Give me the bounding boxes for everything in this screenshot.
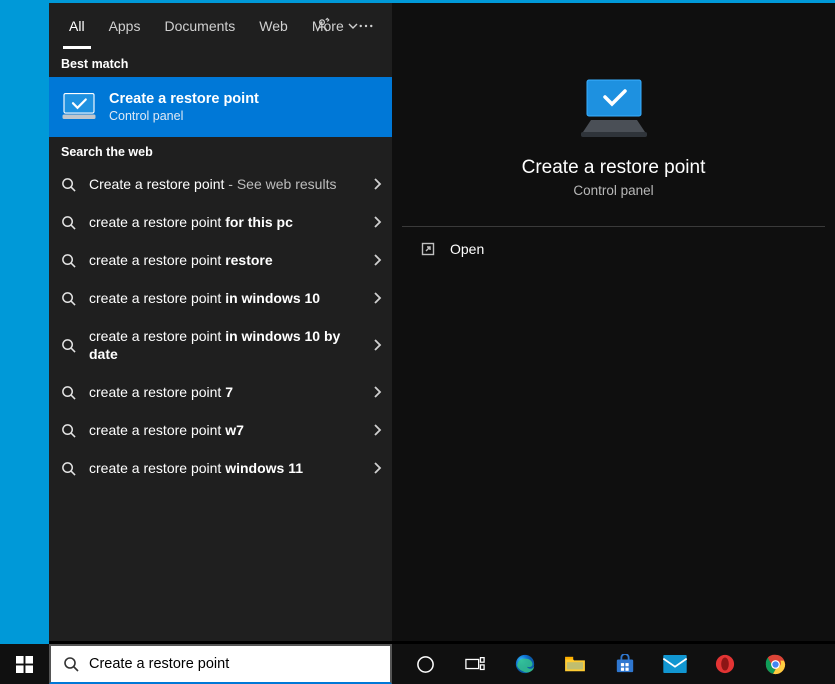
search-icon — [61, 385, 77, 400]
section-search-web: Search the web — [49, 137, 392, 165]
web-result[interactable]: create a restore point in windows 10 — [49, 279, 392, 317]
tab-apps[interactable]: Apps — [97, 3, 153, 49]
feedback-icon[interactable] — [302, 6, 342, 46]
taskbar-mail-icon[interactable] — [650, 644, 700, 684]
chevron-right-icon[interactable] — [372, 292, 382, 304]
taskbar-file-explorer-icon[interactable] — [550, 644, 600, 684]
tab-all-label: All — [69, 18, 85, 34]
preview-subtitle: Control panel — [573, 183, 653, 198]
chevron-right-icon[interactable] — [372, 386, 382, 398]
search-icon — [61, 291, 77, 306]
section-best-match: Best match — [49, 49, 392, 77]
web-result[interactable]: create a restore point for this pc — [49, 203, 392, 241]
search-icon — [61, 177, 77, 192]
taskbar — [0, 644, 835, 684]
web-result-text: Create a restore point - See web results — [89, 175, 360, 193]
web-result-text: create a restore point in windows 10 — [89, 289, 360, 307]
open-label: Open — [450, 241, 484, 257]
web-result[interactable]: create a restore point 7 — [49, 373, 392, 411]
preview-card: Create a restore point Control panel Ope… — [402, 13, 825, 271]
search-icon — [61, 215, 77, 230]
chevron-right-icon[interactable] — [372, 216, 382, 228]
taskbar-search-input[interactable] — [89, 656, 378, 672]
tab-all[interactable]: All — [57, 3, 97, 49]
search-icon — [61, 423, 77, 438]
open-icon — [420, 241, 436, 257]
open-action[interactable]: Open — [402, 227, 825, 271]
chevron-right-icon[interactable] — [372, 254, 382, 266]
best-match-subtitle: Control panel — [109, 109, 259, 123]
chevron-right-icon[interactable] — [372, 424, 382, 436]
taskbar-store-icon[interactable] — [600, 644, 650, 684]
monitor-check-icon — [61, 89, 97, 125]
search-icon — [61, 461, 77, 476]
taskbar-chrome-icon[interactable] — [750, 644, 800, 684]
monitor-check-icon — [574, 73, 654, 143]
web-result-text: create a restore point 7 — [89, 383, 360, 401]
tab-apps-label: Apps — [109, 18, 141, 34]
web-result[interactable]: create a restore point restore — [49, 241, 392, 279]
best-match-result[interactable]: Create a restore point Control panel — [49, 77, 392, 137]
start-button[interactable] — [0, 644, 49, 684]
search-icon — [63, 656, 79, 672]
web-result-text: create a restore point for this pc — [89, 213, 360, 231]
taskbar-task-view-icon[interactable] — [450, 644, 500, 684]
web-result[interactable]: create a restore point w7 — [49, 411, 392, 449]
accent-left-bar — [0, 0, 49, 644]
taskbar-search-box[interactable] — [49, 644, 392, 684]
best-match-text: Create a restore point Control panel — [109, 91, 259, 123]
taskbar-cortana-icon[interactable] — [400, 644, 450, 684]
taskbar-opera-icon[interactable] — [700, 644, 750, 684]
search-icon — [61, 253, 77, 268]
web-result[interactable]: create a restore point in windows 10 by … — [49, 317, 392, 373]
chevron-right-icon[interactable] — [372, 339, 382, 351]
taskbar-edge-icon[interactable] — [500, 644, 550, 684]
tab-web-label: Web — [259, 18, 288, 34]
chevron-right-icon[interactable] — [372, 462, 382, 474]
web-result[interactable]: create a restore point windows 11 — [49, 449, 392, 487]
search-tabs: All Apps Documents Web More — [49, 3, 392, 49]
search-panel: All Apps Documents Web More — [49, 3, 835, 641]
search-icon — [61, 338, 77, 353]
tab-documents[interactable]: Documents — [152, 3, 247, 49]
chevron-right-icon[interactable] — [372, 178, 382, 190]
web-result-text: create a restore point windows 11 — [89, 459, 360, 477]
web-result-text: create a restore point restore — [89, 251, 360, 269]
tab-documents-label: Documents — [164, 18, 235, 34]
taskbar-icons — [392, 644, 835, 684]
web-result-text: create a restore point w7 — [89, 421, 360, 439]
preview-title: Create a restore point — [522, 157, 706, 179]
best-match-title: Create a restore point — [109, 91, 259, 107]
web-result[interactable]: Create a restore point - See web results — [49, 165, 392, 203]
options-icon[interactable] — [346, 6, 386, 46]
windows-logo-icon — [16, 656, 33, 673]
web-result-text: create a restore point in windows 10 by … — [89, 327, 360, 363]
search-left-column: All Apps Documents Web More — [49, 3, 392, 641]
tab-web[interactable]: Web — [247, 3, 300, 49]
web-results-list: Create a restore point - See web results… — [49, 165, 392, 641]
search-preview-column: Create a restore point Control panel Ope… — [392, 3, 835, 641]
